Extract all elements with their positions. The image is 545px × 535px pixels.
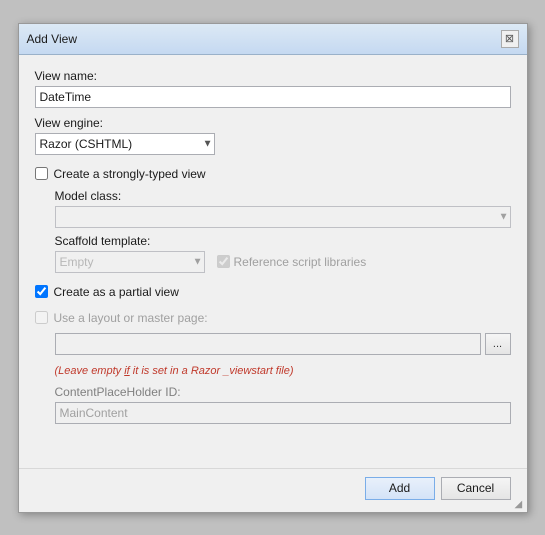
- add-view-dialog: Add View ⊠ View name: View engine: Razor…: [18, 23, 528, 513]
- strongly-typed-label: Create a strongly-typed view: [54, 167, 206, 181]
- view-name-input[interactable]: [35, 86, 511, 108]
- hint-text: (Leave empty if it is set in a Razor _vi…: [55, 365, 294, 377]
- view-engine-group: View engine: Razor (CSHTML) ASPX ▼: [35, 116, 511, 155]
- scaffold-template-label: Scaffold template:: [55, 234, 511, 248]
- model-class-select[interactable]: [55, 206, 511, 228]
- reference-scripts-label: Reference script libraries: [234, 255, 367, 269]
- close-button[interactable]: ⊠: [501, 30, 519, 48]
- model-class-label: Model class:: [55, 189, 511, 203]
- scaffold-select-wrapper: Empty Create Delete Details Edit List ▼: [55, 251, 205, 273]
- layout-checkbox-row: Use a layout or master page:: [35, 311, 511, 325]
- partial-view-checkbox[interactable]: [35, 285, 48, 298]
- resize-handle: ◢: [515, 500, 525, 510]
- browse-button[interactable]: ...: [485, 333, 511, 355]
- close-icon: ⊠: [505, 32, 514, 45]
- partial-view-label: Create as a partial view: [54, 285, 179, 299]
- layout-row: ...: [55, 333, 511, 355]
- hint-group: (Leave empty if it is set in a Razor _vi…: [55, 363, 511, 377]
- reference-scripts-group: Reference script libraries: [217, 255, 367, 269]
- dialog-footer: Add Cancel: [19, 468, 527, 512]
- layout-checkbox[interactable]: [35, 311, 48, 324]
- scaffold-row: Empty Create Delete Details Edit List ▼ …: [55, 251, 511, 273]
- dialog-title: Add View: [27, 32, 77, 46]
- reference-scripts-checkbox[interactable]: [217, 255, 230, 268]
- view-name-group: View name:: [35, 69, 511, 108]
- dialog-content: View name: View engine: Razor (CSHTML) A…: [19, 55, 527, 468]
- partial-view-row: Create as a partial view: [35, 285, 511, 299]
- add-button[interactable]: Add: [365, 477, 435, 500]
- content-placeholder-input[interactable]: [55, 402, 511, 424]
- view-engine-select[interactable]: Razor (CSHTML) ASPX: [35, 133, 215, 155]
- model-class-select-wrapper: ▼: [55, 206, 511, 228]
- scaffold-template-group: Scaffold template: Empty Create Delete D…: [55, 234, 511, 273]
- scaffold-template-select[interactable]: Empty Create Delete Details Edit List: [55, 251, 205, 273]
- content-placeholder-label: ContentPlaceHolder ID:: [55, 385, 511, 399]
- cancel-button[interactable]: Cancel: [441, 477, 511, 500]
- hint-link: if: [124, 365, 130, 377]
- view-name-label: View name:: [35, 69, 511, 83]
- layout-path-input[interactable]: [55, 333, 481, 355]
- strongly-typed-row: Create a strongly-typed view: [35, 167, 511, 181]
- typed-view-section: Model class: ▼ Scaffold template: Empty …: [55, 189, 511, 273]
- view-engine-select-wrapper: Razor (CSHTML) ASPX ▼: [35, 133, 215, 155]
- model-class-group: Model class: ▼: [55, 189, 511, 228]
- content-placeholder-group: ContentPlaceHolder ID:: [55, 385, 511, 424]
- layout-label: Use a layout or master page:: [54, 311, 208, 325]
- strongly-typed-checkbox[interactable]: [35, 167, 48, 180]
- view-engine-label: View engine:: [35, 116, 511, 130]
- title-bar: Add View ⊠: [19, 24, 527, 55]
